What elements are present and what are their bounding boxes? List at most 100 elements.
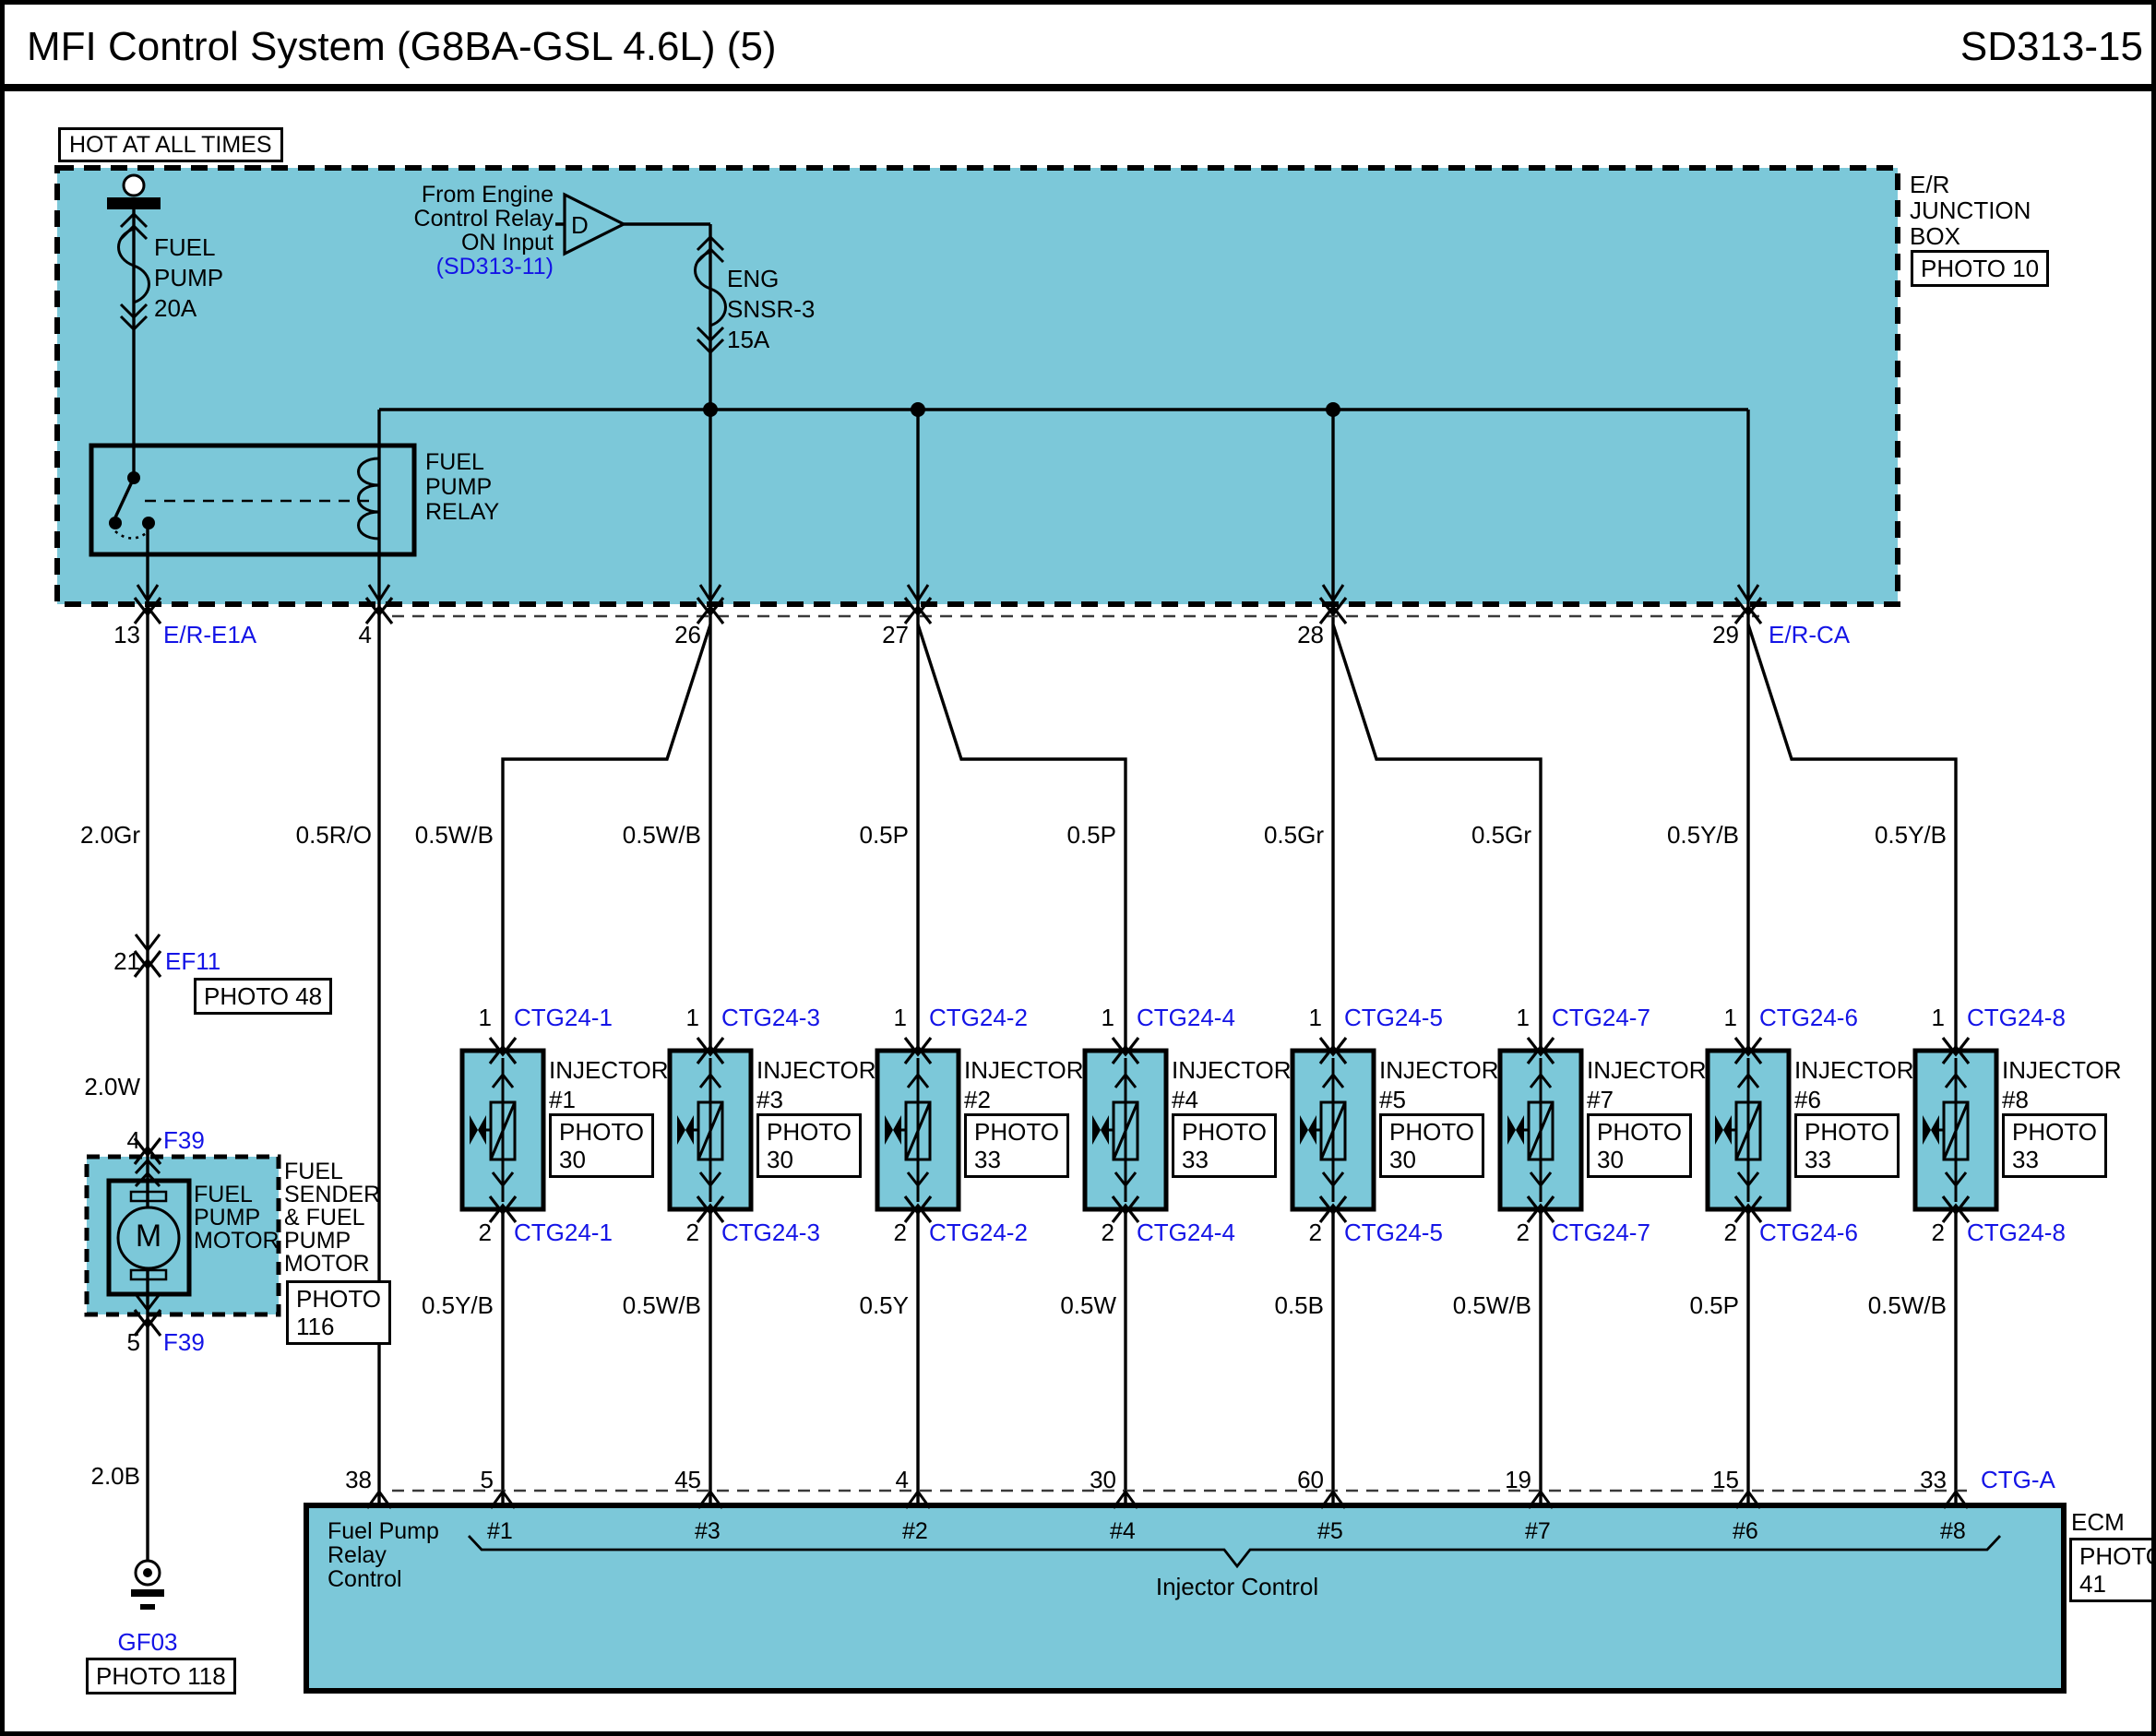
inj5-pin-top: 1 xyxy=(1285,1004,1322,1031)
sender-label-line2: SENDER xyxy=(284,1183,380,1207)
ecm-conn-ctg-a[interactable]: CTG-A xyxy=(1981,1466,2055,1493)
inj4-title: INJECTOR xyxy=(1172,1056,1292,1084)
f39-out-name[interactable]: F39 xyxy=(163,1328,205,1356)
motor-photo-ref[interactable]: PHOTO 116 xyxy=(286,1280,391,1345)
ecm-relay-ctrl-line3: Control xyxy=(328,1568,402,1591)
inj2-conn-top[interactable]: CTG24-2 xyxy=(929,1004,1028,1031)
inj6-photo-ref[interactable]: PHOTO 33 xyxy=(1794,1113,1900,1178)
page-title: MFI Control System (G8BA-GSL 4.6L) (5) xyxy=(27,25,777,69)
er-conn-e1a[interactable]: E/R-E1A xyxy=(163,621,256,648)
f39-in-pin: 4 xyxy=(85,1126,140,1154)
wire-bot-inj7: 0.5W/B xyxy=(1421,1291,1531,1319)
ecm-photo-line2: 41 xyxy=(2079,1570,2156,1598)
inj7-pin-bot: 2 xyxy=(1493,1219,1530,1246)
inj6-title: INJECTOR xyxy=(1794,1056,1914,1084)
injector-7-icon xyxy=(1500,1038,1581,1222)
ecm-photo-ref[interactable]: PHOTO 41 xyxy=(2069,1538,2156,1602)
inj8-pin-bot: 2 xyxy=(1908,1219,1945,1246)
inj7-photo-ref[interactable]: PHOTO 30 xyxy=(1587,1113,1692,1178)
motor-letter: M xyxy=(130,1222,167,1250)
inj4-conn-bot[interactable]: CTG24-4 xyxy=(1137,1219,1235,1246)
inj5-photo-ref[interactable]: PHOTO 30 xyxy=(1379,1113,1484,1178)
er-box-name-line1: E/R xyxy=(1910,171,1949,198)
inj5-conn-top[interactable]: CTG24-5 xyxy=(1344,1004,1443,1031)
inj6-conn-bot[interactable]: CTG24-6 xyxy=(1759,1219,1858,1246)
inj1-photo-line2: 30 xyxy=(559,1146,644,1173)
inj4-conn-top[interactable]: CTG24-4 xyxy=(1137,1004,1235,1031)
inj1-photo-ref[interactable]: PHOTO 30 xyxy=(549,1113,654,1178)
injector-8-icon xyxy=(1915,1038,1996,1222)
inj5-num: #5 xyxy=(1379,1086,1406,1113)
inj5-title: INJECTOR xyxy=(1379,1056,1499,1084)
ecm-label-inj1: #1 xyxy=(487,1520,513,1543)
motor-label-line3: MOTOR xyxy=(194,1230,280,1253)
ecm-label-inj7: #7 xyxy=(1525,1520,1551,1543)
inj4-photo-ref[interactable]: PHOTO 33 xyxy=(1172,1113,1277,1178)
sender-label-line3: & FUEL xyxy=(284,1207,365,1230)
ecm-pin-33: 33 xyxy=(1882,1466,1947,1493)
inj7-pin-top: 1 xyxy=(1493,1004,1530,1031)
ground-name[interactable]: GF03 xyxy=(92,1628,203,1656)
inj8-photo-line1: PHOTO xyxy=(2012,1118,2097,1146)
wire-2-0b: 2.0B xyxy=(30,1462,140,1490)
inj7-photo-line1: PHOTO xyxy=(1597,1118,1682,1146)
inj8-num: #8 xyxy=(2002,1086,2029,1113)
ecm-label-inj2: #2 xyxy=(902,1520,928,1543)
wiring-diagram-page: MFI Control System (G8BA-GSL 4.6L) (5) S… xyxy=(0,0,2156,1736)
inj7-conn-top[interactable]: CTG24-7 xyxy=(1552,1004,1650,1031)
motor-photo-line2: 116 xyxy=(296,1313,381,1340)
ef11-photo-ref[interactable]: PHOTO 48 xyxy=(194,978,332,1015)
wire-bot-inj3: 0.5W/B xyxy=(590,1291,701,1319)
wire-top-inj6: 0.5Y/B xyxy=(1628,821,1739,849)
ecm-pin-45: 45 xyxy=(637,1466,701,1493)
inj6-pin-bot: 2 xyxy=(1700,1219,1737,1246)
ecm-label-inj6: #6 xyxy=(1733,1520,1758,1543)
inj2-photo-line1: PHOTO xyxy=(974,1118,1059,1146)
inj7-conn-bot[interactable]: CTG24-7 xyxy=(1552,1219,1650,1246)
wire-0-5ro: 0.5R/O xyxy=(261,821,372,849)
wire-top-inj7: 0.5Gr xyxy=(1421,821,1531,849)
injector-1-icon xyxy=(462,1038,543,1222)
ecm-pin-30: 30 xyxy=(1052,1466,1116,1493)
fuse1-label-line1: FUEL xyxy=(154,233,215,261)
inj8-conn-bot[interactable]: CTG24-8 xyxy=(1967,1219,2066,1246)
inj2-conn-bot[interactable]: CTG24-2 xyxy=(929,1219,1028,1246)
inj1-conn-bot[interactable]: CTG24-1 xyxy=(514,1219,613,1246)
ecm-label-inj5: #5 xyxy=(1317,1520,1343,1543)
inj8-conn-top[interactable]: CTG24-8 xyxy=(1967,1004,2066,1031)
relay-label-line1: FUEL xyxy=(425,451,484,474)
inj5-photo-line1: PHOTO xyxy=(1389,1118,1474,1146)
wire-bot-inj4: 0.5W xyxy=(1006,1291,1116,1319)
inj3-title: INJECTOR xyxy=(756,1056,876,1084)
er-box-photo-ref[interactable]: PHOTO 10 xyxy=(1911,250,2049,287)
inj5-photo-line2: 30 xyxy=(1389,1146,1474,1173)
diode-input-line1: From Engine xyxy=(323,184,554,207)
f39-in-name[interactable]: F39 xyxy=(163,1126,205,1154)
inj1-conn-top[interactable]: CTG24-1 xyxy=(514,1004,613,1031)
inj2-num: #2 xyxy=(964,1086,991,1113)
ground-photo-ref[interactable]: PHOTO 118 xyxy=(86,1658,236,1694)
wire-top-inj1: 0.5W/B xyxy=(383,821,494,849)
wire-bot-inj8: 0.5W/B xyxy=(1836,1291,1947,1319)
inj5-conn-bot[interactable]: CTG24-5 xyxy=(1344,1219,1443,1246)
inj7-photo-line2: 30 xyxy=(1597,1146,1682,1173)
ecm-photo-line1: PHOTO xyxy=(2079,1542,2156,1570)
inj3-conn-top[interactable]: CTG24-3 xyxy=(721,1004,820,1031)
ef11-name[interactable]: EF11 xyxy=(165,947,220,975)
injector-3-icon xyxy=(670,1038,751,1222)
inj3-conn-bot[interactable]: CTG24-3 xyxy=(721,1219,820,1246)
inj3-photo-ref[interactable]: PHOTO 30 xyxy=(756,1113,862,1178)
ecm-label-inj8: #8 xyxy=(1940,1520,1966,1543)
er-conn-ca[interactable]: E/R-CA xyxy=(1769,621,1850,648)
diode-ref-link[interactable]: (SD313-11) xyxy=(323,256,554,279)
inj2-photo-ref[interactable]: PHOTO 33 xyxy=(964,1113,1069,1178)
injector-6-icon xyxy=(1708,1038,1789,1222)
ecm-relay-ctrl-line2: Relay xyxy=(328,1544,387,1567)
inj6-conn-top[interactable]: CTG24-6 xyxy=(1759,1004,1858,1031)
inj8-photo-ref[interactable]: PHOTO 33 xyxy=(2002,1113,2107,1178)
inj3-photo-line1: PHOTO xyxy=(767,1118,852,1146)
fuse2-label-line3: 15A xyxy=(727,326,769,353)
diode-letter: D xyxy=(571,211,589,239)
inj4-pin-bot: 2 xyxy=(1078,1219,1114,1246)
wire-bot-inj6: 0.5P xyxy=(1628,1291,1739,1319)
